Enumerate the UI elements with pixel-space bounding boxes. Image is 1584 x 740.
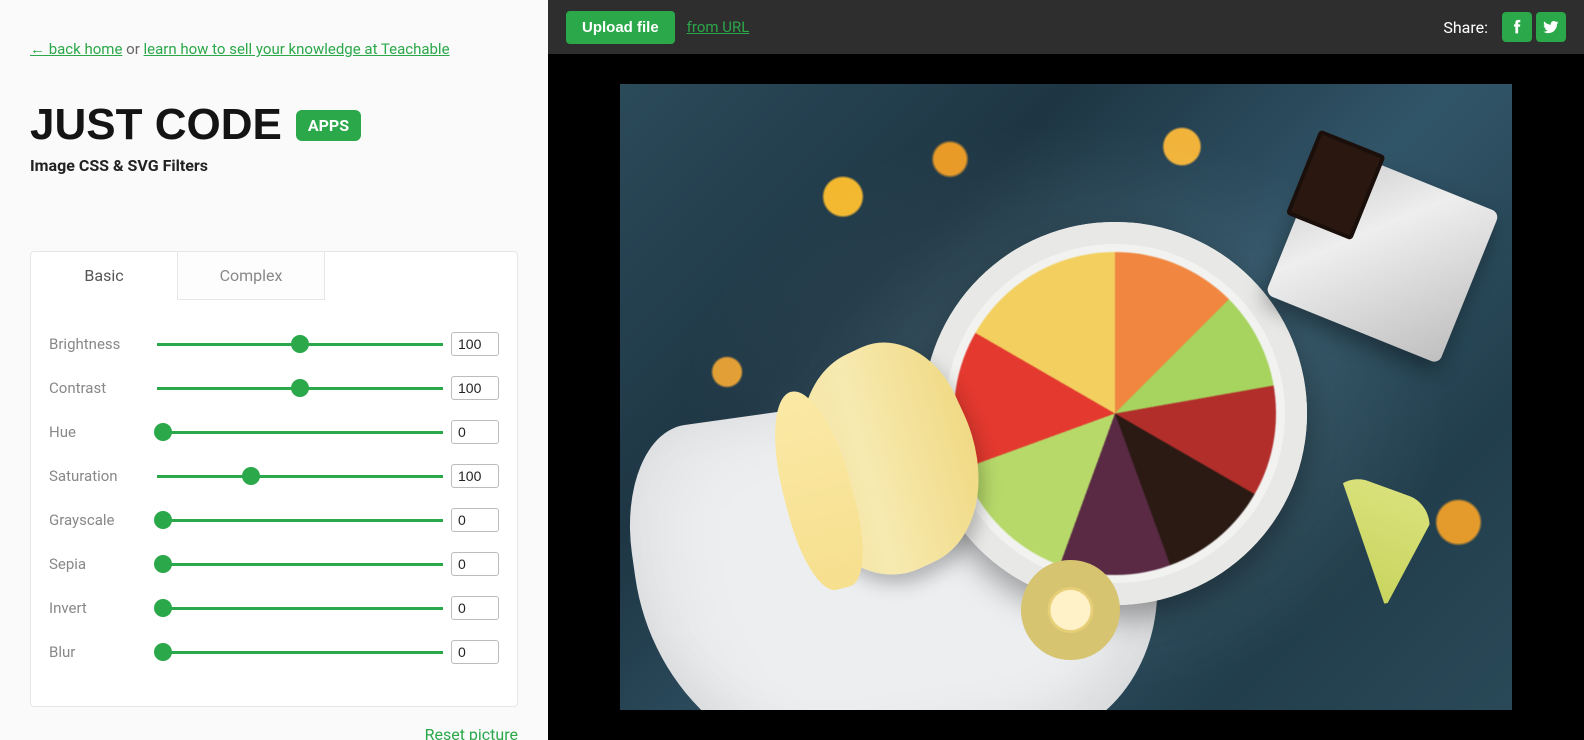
slider-value-input[interactable]	[451, 596, 499, 620]
slider-label: Hue	[49, 423, 149, 441]
slider-value-input[interactable]	[451, 420, 499, 444]
slider-row-invert: Invert	[49, 594, 499, 622]
nav-line: ← back home or learn how to sell your kn…	[30, 40, 518, 58]
slider-thumb[interactable]	[242, 467, 260, 485]
slider-thumb[interactable]	[154, 643, 172, 661]
left-panel: ← back home or learn how to sell your kn…	[0, 0, 548, 740]
preview-image	[620, 84, 1512, 710]
twitter-icon	[1542, 18, 1560, 36]
topbar: Upload file from URL Share:	[548, 0, 1584, 54]
teachable-link[interactable]: learn how to sell your knowledge at Teac…	[144, 40, 450, 58]
slider-row-hue: Hue	[49, 418, 499, 446]
slider-label: Brightness	[49, 335, 149, 353]
nav-separator: or	[126, 40, 140, 58]
slider-label: Sepia	[49, 555, 149, 573]
slider-track[interactable]	[157, 519, 443, 522]
slider-label: Invert	[49, 599, 149, 617]
slider-value-input[interactable]	[451, 552, 499, 576]
slider-value-input[interactable]	[451, 640, 499, 664]
page-subtitle: Image CSS & SVG Filters	[30, 156, 518, 175]
slider-row-sepia: Sepia	[49, 550, 499, 578]
slider-track[interactable]	[157, 475, 443, 478]
slider-thumb[interactable]	[291, 379, 309, 397]
upload-file-button[interactable]: Upload file	[566, 11, 675, 44]
facebook-icon	[1508, 18, 1526, 36]
slider-thumb[interactable]	[154, 423, 172, 441]
from-url-link[interactable]: from URL	[687, 18, 750, 36]
right-panel: Upload file from URL Share:	[548, 0, 1584, 740]
slider-value-input[interactable]	[451, 332, 499, 356]
slider-row-brightness: Brightness	[49, 330, 499, 358]
logo-row: JUST CODE APPS	[30, 100, 518, 150]
share-label: Share:	[1443, 18, 1488, 37]
sliders-container: Brightness Contrast Hue Saturation Grayscale…	[31, 300, 517, 706]
reset-picture-link[interactable]: Reset picture	[425, 725, 518, 740]
tab-basic[interactable]: Basic	[31, 252, 178, 300]
apps-badge: APPS	[296, 110, 361, 141]
back-home-link[interactable]: ← back home	[30, 40, 122, 58]
tab-row: Basic Complex	[31, 252, 517, 300]
slider-track[interactable]	[157, 651, 443, 654]
slider-value-input[interactable]	[451, 508, 499, 532]
slider-track[interactable]	[157, 563, 443, 566]
slider-thumb[interactable]	[154, 599, 172, 617]
reset-row: Reset picture	[30, 725, 518, 740]
slider-label: Saturation	[49, 467, 149, 485]
slider-row-grayscale: Grayscale	[49, 506, 499, 534]
slider-row-blur: Blur	[49, 638, 499, 666]
filters-panel: Basic Complex Brightness Contrast Hue Satur…	[30, 251, 518, 707]
slider-thumb[interactable]	[154, 511, 172, 529]
share-facebook-button[interactable]	[1502, 12, 1532, 42]
tab-complex[interactable]: Complex	[178, 252, 325, 300]
slider-track[interactable]	[157, 607, 443, 610]
slider-track[interactable]	[157, 343, 443, 346]
slider-thumb[interactable]	[291, 335, 309, 353]
slider-row-contrast: Contrast	[49, 374, 499, 402]
logo-text: JUST CODE	[30, 100, 282, 150]
slider-value-input[interactable]	[451, 464, 499, 488]
preview-area	[548, 54, 1584, 740]
slider-value-input[interactable]	[451, 376, 499, 400]
slider-label: Contrast	[49, 379, 149, 397]
slider-track[interactable]	[157, 431, 443, 434]
slider-label: Grayscale	[49, 511, 149, 529]
slider-thumb[interactable]	[154, 555, 172, 573]
slider-label: Blur	[49, 643, 149, 661]
slider-row-saturation: Saturation	[49, 462, 499, 490]
share-twitter-button[interactable]	[1536, 12, 1566, 42]
slider-track[interactable]	[157, 387, 443, 390]
